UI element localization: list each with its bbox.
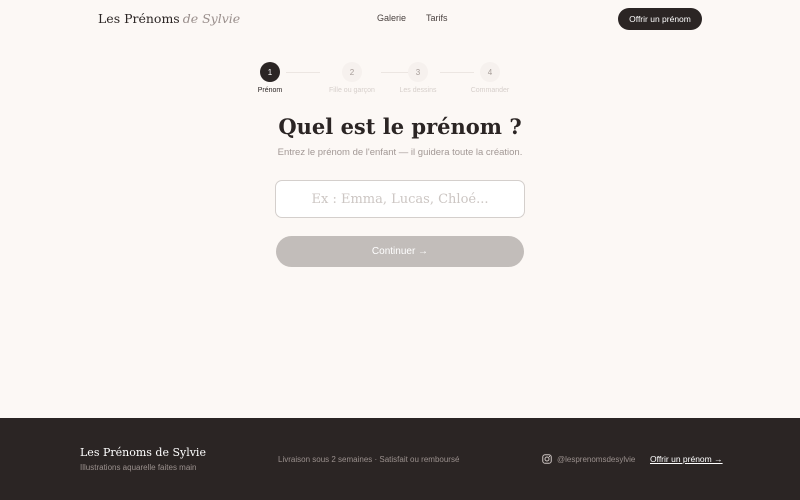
instagram-handle: @lesprenomsdesylvie: [557, 454, 636, 464]
page-subtitle: Entrez le prénom de l'enfant — il guider…: [277, 147, 523, 158]
site-header: Les Prénoms de Sylvie Galerie Tarifs Offr…: [0, 0, 800, 38]
continue-button[interactable]: Continuer →: [276, 236, 524, 267]
offer-name-button[interactable]: Offrir un prénom: [618, 8, 702, 30]
main-nav: Galerie Tarifs: [377, 13, 448, 23]
instagram-icon: [542, 454, 552, 464]
site-footer: Les Prénoms de Sylvie Illustrations aqua…: [0, 418, 800, 500]
step-4: 4 Commander: [450, 60, 530, 94]
footer-tagline: Illustrations aquarelle faites main: [80, 463, 197, 472]
footer-brand: Les Prénoms de Sylvie: [80, 446, 206, 459]
step-3: 3 Les dessins: [378, 60, 458, 94]
footer-offer-link[interactable]: Offrir un prénom →: [650, 454, 723, 464]
step-number: 4: [480, 62, 500, 82]
footer-delivery-info: Livraison sous 2 semaines · Satisfait ou…: [278, 455, 460, 464]
step-number: 2: [342, 62, 362, 82]
step-1: 1 Prénom: [230, 60, 310, 94]
brand-name: Les Prénoms: [98, 11, 180, 26]
brand-name-accent: de Sylvie: [182, 11, 241, 26]
step-label: Les dessins: [399, 87, 437, 94]
nav-link-tarifs[interactable]: Tarifs: [426, 13, 448, 23]
step-number: 1: [260, 62, 280, 82]
brand-logo[interactable]: Les Prénoms de Sylvie: [98, 11, 240, 26]
step-number: 3: [408, 62, 428, 82]
instagram-link[interactable]: @lesprenomsdesylvie: [542, 454, 635, 464]
nav-link-galerie[interactable]: Galerie: [377, 13, 406, 23]
page-title: Quel est le prénom ?: [278, 114, 522, 139]
child-name-input[interactable]: [275, 180, 525, 218]
step-label: Prénom: [257, 87, 283, 94]
progress-stepper: 1 Prénom 2 Fille ou garçon 3 Les dessins…: [0, 60, 800, 100]
step-label: Commander: [470, 87, 510, 94]
